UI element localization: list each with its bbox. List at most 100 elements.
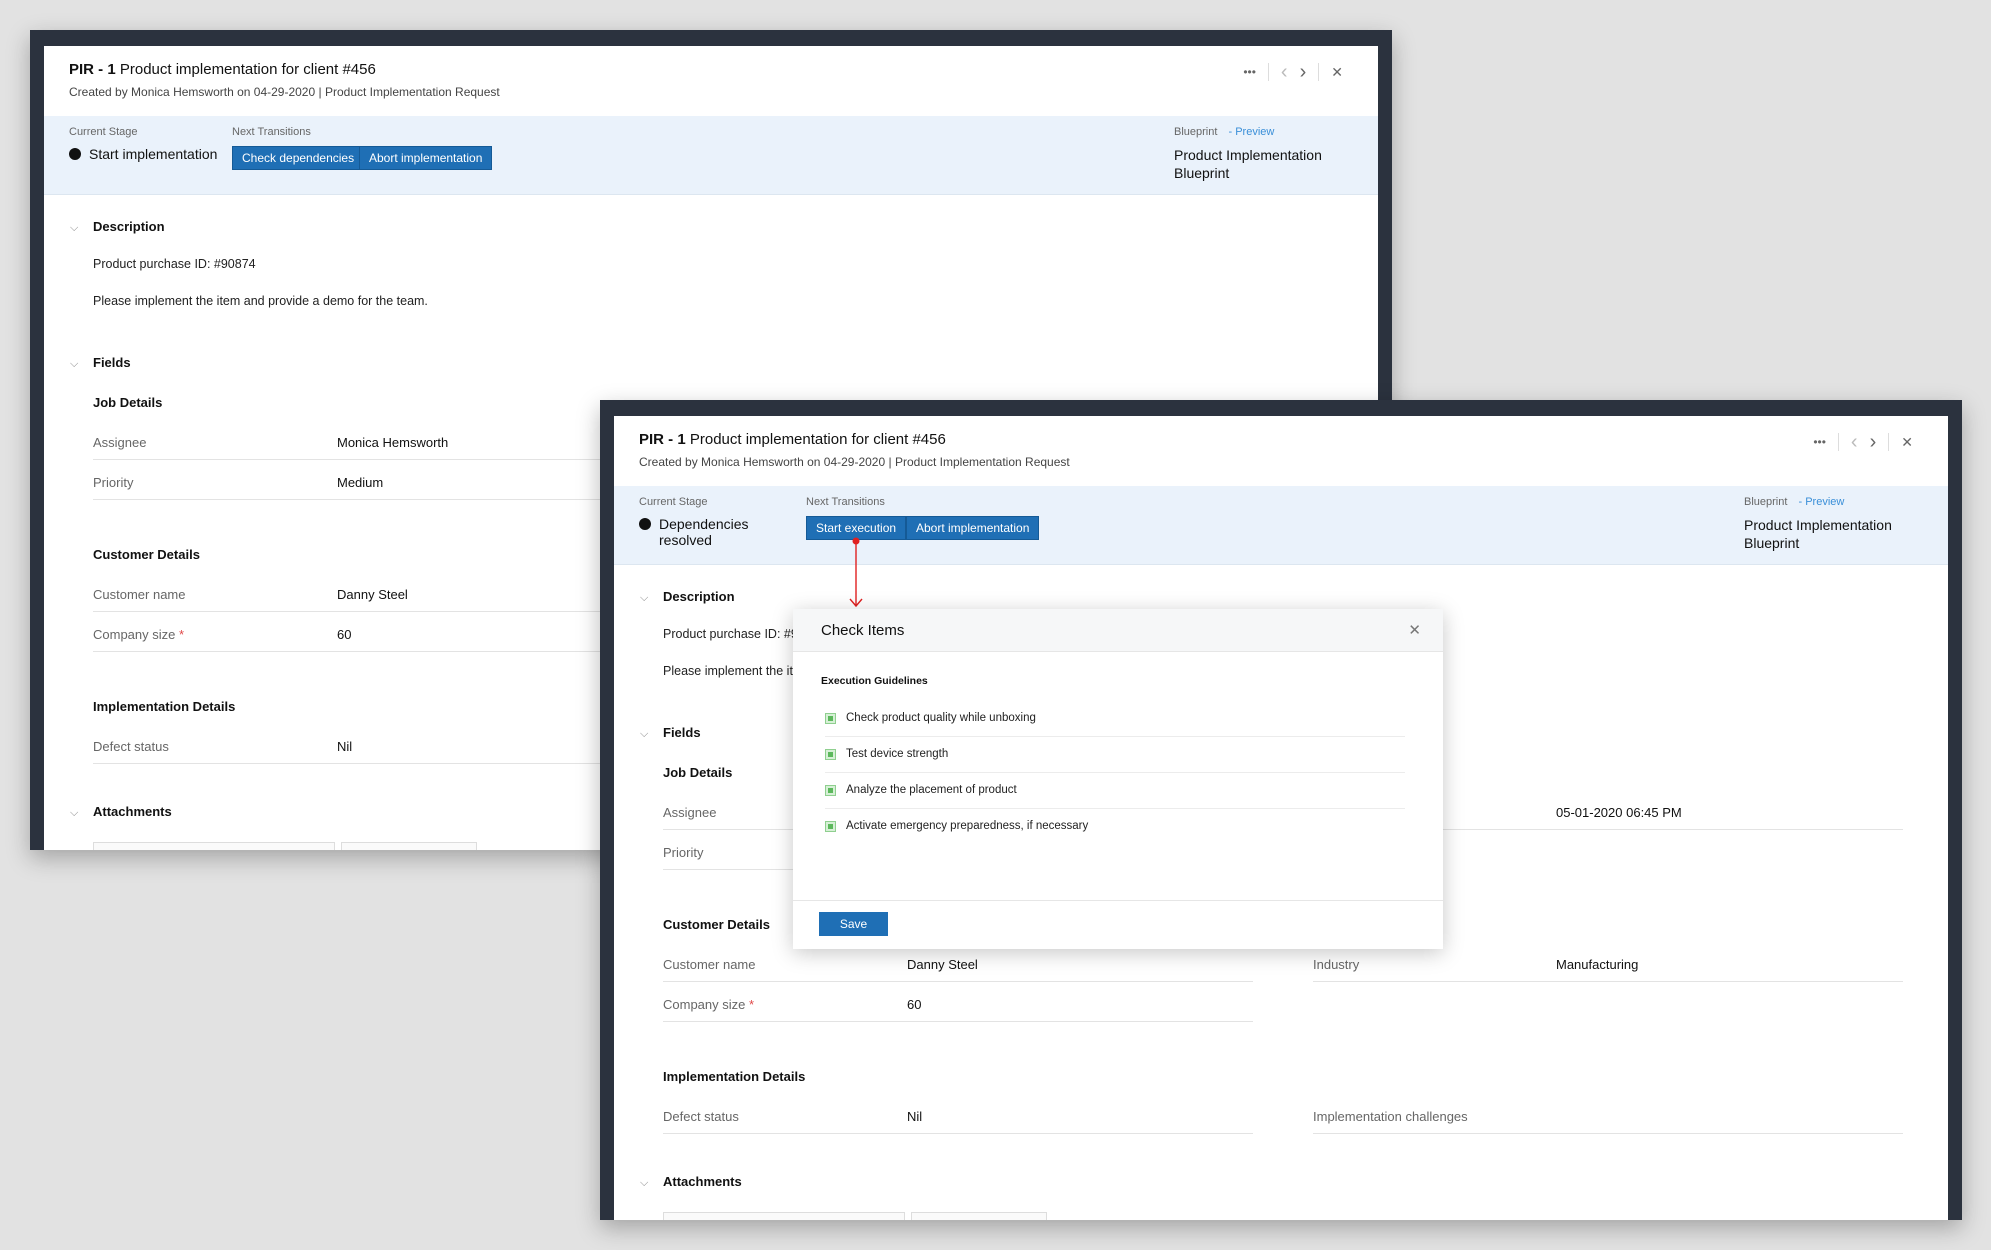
blueprint-stage-bar: Current Stage Start implementation Next …	[44, 116, 1378, 195]
field-divider	[663, 1133, 1253, 1134]
implementation-details-title: Implementation Details	[93, 699, 236, 714]
checklist-item: Test device strength	[825, 736, 1405, 773]
collapse-fields-icon[interactable]: ⌵	[640, 728, 648, 741]
attachment-slot[interactable]	[341, 842, 477, 850]
record-title: PIR - 1 Product implementation for clien…	[69, 61, 376, 78]
checkbox-checked-icon[interactable]	[825, 784, 836, 796]
modal-title: Check Items	[821, 622, 905, 639]
defect-status-value[interactable]: Nil	[907, 1109, 922, 1124]
required-mark: *	[179, 627, 185, 642]
close-icon[interactable]: ✕	[1901, 435, 1913, 449]
modal-footer: Save	[793, 900, 1443, 949]
record-title-text: Product implementation for client #456	[689, 431, 946, 448]
current-stage-line1: Dependencies	[659, 516, 749, 532]
assignee-value[interactable]: Monica Hemsworth	[337, 435, 448, 450]
job-details-title: Job Details	[663, 765, 733, 780]
job-details-title: Job Details	[93, 395, 163, 410]
customer-name-value[interactable]: Danny Steel	[907, 957, 978, 972]
description-line-2: Please implement the item and provide a …	[93, 294, 428, 308]
blueprint-name-line2: Blueprint	[1174, 165, 1230, 181]
previous-record-icon[interactable]: ‹	[1281, 62, 1288, 82]
created-on: on 04-29-2020	[237, 85, 316, 99]
checklist-item: Activate emergency preparedness, if nece…	[825, 808, 1405, 844]
more-options-icon[interactable]: •••	[1243, 66, 1256, 78]
record-subtitle: Created by Monica Hemsworth on 04-29-202…	[639, 455, 1070, 469]
priority-label: Priority	[663, 845, 704, 860]
company-size-label: Company size *	[663, 997, 754, 1012]
close-icon[interactable]: ✕	[1331, 65, 1343, 79]
attachment-slot[interactable]	[911, 1212, 1047, 1220]
save-button[interactable]: Save	[819, 912, 888, 936]
priority-value[interactable]: Medium	[337, 475, 383, 490]
next-transitions-label: Next Transitions	[806, 496, 885, 508]
assignee-label: Assignee	[663, 805, 717, 820]
header-tools: ••• ‹ › ✕	[1813, 432, 1913, 452]
defect-status-label: Defect status	[93, 739, 169, 754]
previous-record-icon[interactable]: ‹	[1851, 432, 1858, 452]
industry-value[interactable]: Manufacturing	[1556, 957, 1638, 972]
customer-details-title: Customer Details	[663, 917, 770, 932]
company-size-label: Company size *	[93, 627, 184, 642]
attachments-section-title: Attachments	[93, 804, 172, 819]
field-divider	[663, 1021, 1253, 1022]
blueprint-label: Blueprint - Preview	[1174, 126, 1274, 138]
blueprint-preview-link[interactable]: - Preview	[1228, 126, 1274, 138]
current-stage-value: Dependencies resolved	[659, 516, 749, 548]
record-title: PIR - 1 Product implementation for clien…	[639, 431, 946, 448]
current-stage: Start implementation	[69, 146, 217, 162]
blueprint-name-line1: Product Implementation	[1744, 517, 1892, 533]
checklist-item: Analyze the placement of product	[825, 772, 1405, 809]
attachment-slot[interactable]	[663, 1212, 905, 1220]
divider	[1888, 433, 1890, 451]
company-size-value[interactable]: 60	[337, 627, 351, 642]
company-size-label-text: Company size	[663, 997, 746, 1012]
due-datetime-value[interactable]: 05-01-2020 06:45 PM	[1556, 805, 1682, 820]
collapse-fields-icon[interactable]: ⌵	[70, 358, 78, 371]
created-prefix: Created by	[639, 455, 698, 469]
checklist-item-label: Check product quality while unboxing	[846, 712, 1036, 724]
connector-arrow	[849, 537, 863, 608]
transition-button-abort-implementation[interactable]: Abort implementation	[359, 146, 493, 170]
next-record-icon[interactable]: ›	[1870, 432, 1877, 452]
checkbox-checked-icon[interactable]	[825, 748, 836, 760]
blueprint-label-text: Blueprint	[1174, 126, 1218, 138]
collapse-description-icon[interactable]: ⌵	[640, 592, 648, 605]
blueprint-label-text: Blueprint	[1744, 496, 1788, 508]
company-size-label-text: Company size	[93, 627, 176, 642]
company-size-value[interactable]: 60	[907, 997, 921, 1012]
check-items-modal: Check Items ✕ Execution Guidelines Check…	[793, 609, 1443, 949]
collapse-attachments-icon[interactable]: ⌵	[640, 1177, 648, 1190]
modal-close-icon[interactable]: ✕	[1408, 621, 1421, 639]
field-divider	[93, 651, 623, 652]
blueprint-name: Product Implementation Blueprint	[1174, 146, 1322, 182]
more-options-icon[interactable]: •••	[1813, 436, 1826, 448]
divider	[1837, 433, 1839, 451]
description-line-1: Product purchase ID: #90874	[93, 257, 256, 271]
defect-status-value[interactable]: Nil	[337, 739, 352, 754]
description-section-title: Description	[93, 219, 165, 234]
current-stage-label: Current Stage	[639, 496, 708, 508]
description-line-2: Please implement the ite	[663, 664, 800, 678]
collapse-attachments-icon[interactable]: ⌵	[70, 807, 78, 820]
checkbox-checked-icon[interactable]	[825, 820, 836, 832]
transition-button-abort-implementation[interactable]: Abort implementation	[906, 516, 1040, 540]
fields-section-title: Fields	[663, 725, 701, 740]
transition-button-check-dependencies[interactable]: Check dependencies	[232, 146, 365, 170]
field-divider	[93, 763, 623, 764]
current-stage-label: Current Stage	[69, 126, 138, 138]
checklist-item: Check product quality while unboxing	[825, 700, 1405, 737]
record-layout: | Product Implementation Request	[318, 85, 500, 99]
created-by: Monica Hemsworth	[131, 85, 234, 99]
fields-section-title: Fields	[93, 355, 131, 370]
blueprint-preview-link[interactable]: - Preview	[1798, 496, 1844, 508]
customer-name-value[interactable]: Danny Steel	[337, 587, 408, 602]
description-section-title: Description	[663, 589, 735, 604]
blueprint-name: Product Implementation Blueprint	[1744, 516, 1892, 552]
blueprint-label: Blueprint - Preview	[1744, 496, 1844, 508]
field-divider	[93, 611, 623, 612]
current-stage: Dependencies resolved	[639, 516, 749, 548]
next-record-icon[interactable]: ›	[1300, 62, 1307, 82]
checkbox-checked-icon[interactable]	[825, 712, 836, 724]
collapse-description-icon[interactable]: ⌵	[70, 222, 78, 235]
attachment-slot[interactable]	[93, 842, 335, 850]
